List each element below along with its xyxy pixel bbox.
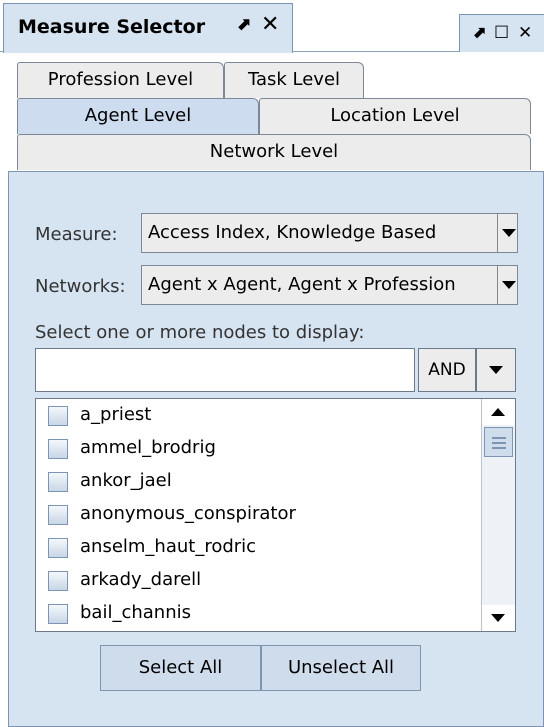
node-name: bail_channis [80,602,191,623]
networks-value: Agent x Agent, Agent x Profession [148,274,456,295]
chevron-down-icon[interactable] [497,214,517,252]
scroll-down-button[interactable] [482,605,515,631]
filter-mode-value[interactable]: AND [418,348,476,392]
window-title: Measure Selector [18,16,206,38]
arrow-down-icon [491,614,505,622]
scroll-thumb[interactable] [484,427,513,457]
node-checkbox[interactable] [48,406,68,426]
close-icon[interactable]: ✕ [518,23,532,43]
list-item[interactable]: a_priest [36,399,482,432]
node-name: ankor_jael [80,470,172,491]
pin-icon[interactable]: ⬈ [472,23,486,43]
node-checkbox[interactable] [48,604,68,624]
list-item[interactable]: anselm_haut_rodric [36,531,482,564]
list-item[interactable]: ammel_brodrig [36,432,482,465]
unselect-all-button[interactable]: Unselect All [261,645,421,691]
tab-location-level[interactable]: Location Level [259,98,531,134]
tab-profession-level[interactable]: Profession Level [17,62,224,98]
node-checkbox[interactable] [48,571,68,591]
arrow-up-icon [491,408,505,416]
list-item[interactable]: arkady_darell [36,564,482,597]
networks-label: Networks: [35,276,126,297]
measure-panel: Measure: Access Index, Knowledge Based N… [8,171,544,727]
networks-dropdown[interactable]: Agent x Agent, Agent x Profession [141,265,518,305]
node-checkbox[interactable] [48,538,68,558]
node-list-items: a_priest ammel_brodrig ankor_jael anonymous… [36,399,482,631]
list-item[interactable]: anonymous_conspirator [36,498,482,531]
list-item[interactable]: ankor_jael [36,465,482,498]
node-list: a_priest ammel_brodrig ankor_jael anonymous… [35,398,516,632]
view-tab[interactable]: Measure Selector ⬈ ✕ [3,3,293,53]
node-list-scrollbar[interactable] [481,399,515,631]
window-controls: ⬈ ☐ ✕ [459,14,544,52]
chevron-down-icon[interactable] [497,266,517,304]
title-bar: Measure Selector ⬈ ✕ ⬈ ☐ ✕ [0,0,544,53]
tab-network-level[interactable]: Network Level [17,134,531,170]
filter-mode-dropdown[interactable] [476,348,516,392]
node-checkbox[interactable] [48,439,68,459]
nodes-prompt: Select one or more nodes to display: [35,322,365,343]
maximize-icon[interactable]: ☐ [494,23,509,43]
measure-value: Access Index, Knowledge Based [148,222,437,243]
close-icon[interactable]: ✕ [261,12,279,37]
chevron-down-icon [489,366,503,374]
list-item[interactable]: bail_channis [36,597,482,630]
node-name: anselm_haut_rodric [80,536,257,557]
measure-dropdown[interactable]: Access Index, Knowledge Based [141,213,518,253]
select-all-button[interactable]: Select All [100,645,261,691]
node-checkbox[interactable] [48,505,68,525]
node-name: ammel_brodrig [80,437,216,458]
node-name: a_priest [80,404,152,425]
tab-agent-level[interactable]: Agent Level [17,98,259,134]
pin-icon[interactable]: ⬈ [236,14,251,35]
tab-task-level[interactable]: Task Level [224,62,364,98]
node-name: anonymous_conspirator [80,503,296,524]
measure-label: Measure: [35,224,118,245]
node-filter-input[interactable] [35,348,415,392]
scroll-up-button[interactable] [482,399,515,425]
node-name: arkady_darell [80,569,202,590]
node-checkbox[interactable] [48,472,68,492]
